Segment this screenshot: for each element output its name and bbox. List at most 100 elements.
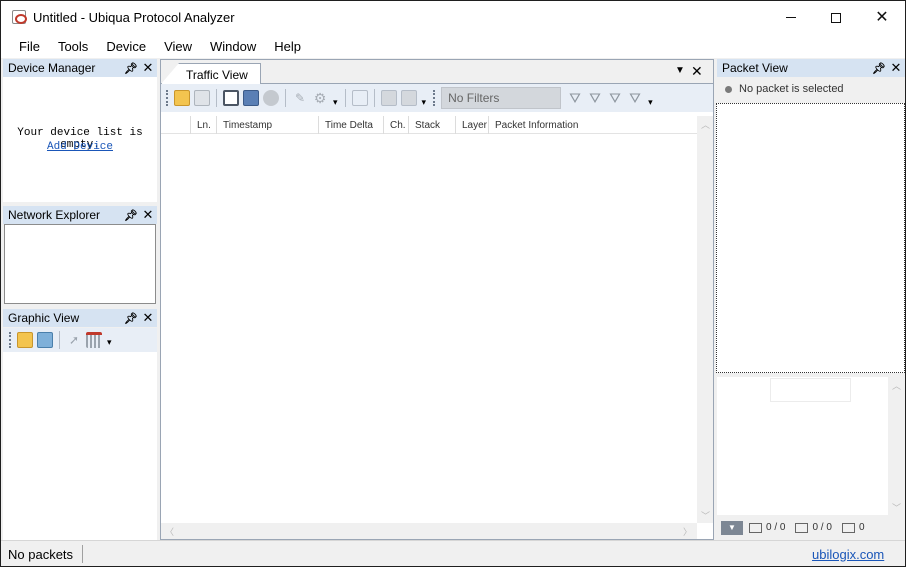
- traffic-view-pane: Traffic View ▼ ✕ ✎ ⚙ ▾ ▾ No Filters ⛛ ⛛ …: [160, 59, 714, 540]
- field-icon: [795, 522, 809, 533]
- device-manager-header: Device Manager 📌︎ ✕: [3, 59, 157, 77]
- scroll-down-icon[interactable]: ﹀: [701, 509, 710, 522]
- app-logo-icon: [12, 10, 27, 24]
- packet-detail-tree[interactable]: [716, 103, 905, 373]
- menu-help[interactable]: Help: [265, 37, 310, 56]
- export-icon[interactable]: [400, 90, 417, 106]
- packet-table-horizontal-scrollbar[interactable]: 〈 〉: [161, 523, 697, 539]
- column-channel[interactable]: Ch.: [384, 116, 409, 134]
- packet-hex-view[interactable]: [717, 377, 888, 515]
- column-packet-information[interactable]: Packet Information: [489, 116, 697, 134]
- marker-icon[interactable]: ✎: [292, 90, 308, 106]
- column-ln[interactable]: Ln.: [191, 116, 217, 134]
- toolbar-separator: [373, 89, 375, 107]
- scroll-up-icon[interactable]: ︿: [701, 118, 710, 131]
- filter-input[interactable]: No Filters: [441, 87, 562, 109]
- close-icon: ✕: [875, 8, 889, 26]
- packet-view-pin-icon[interactable]: 📌︎: [871, 62, 887, 75]
- device-manager-body: Your device list is empty. Add Device: [3, 77, 157, 202]
- save-capture-icon[interactable]: [194, 90, 210, 106]
- pointer-icon[interactable]: ➚: [66, 332, 82, 348]
- column-time-delta[interactable]: Time Delta: [319, 116, 384, 134]
- device-manager-pin-icon[interactable]: 📌︎: [123, 62, 139, 75]
- settings-gear-icon[interactable]: ⚙: [312, 90, 328, 106]
- minimize-icon: [786, 17, 796, 18]
- status-dot-icon: [725, 85, 732, 93]
- title-bar: Untitled - Ubiqua Protocol Analyzer ✕: [1, 1, 905, 34]
- scroll-up-icon[interactable]: ︿: [892, 379, 901, 392]
- toolbar-grip: [433, 90, 436, 106]
- column-timestamp[interactable]: Timestamp: [217, 116, 319, 134]
- filter-add-icon[interactable]: ⛛: [587, 90, 603, 106]
- packet-view-status-text: No packet is selected: [739, 83, 844, 95]
- byte-icon: [841, 522, 855, 533]
- filter-edit-icon[interactable]: ⛛: [607, 90, 623, 106]
- column-stack[interactable]: Stack: [409, 116, 456, 134]
- packet-table-vertical-scrollbar[interactable]: ︿ ﹀: [697, 116, 713, 523]
- minimize-button[interactable]: [768, 1, 814, 34]
- column-layer[interactable]: Layer: [456, 116, 489, 134]
- menu-tools[interactable]: Tools: [49, 37, 97, 56]
- scroll-down-icon[interactable]: ﹀: [892, 501, 901, 514]
- toolbar-separator: [344, 89, 346, 107]
- database-icon[interactable]: [263, 90, 279, 106]
- packet-view-title: Packet View: [722, 61, 788, 75]
- toolbar-separator: [216, 89, 217, 107]
- packet-view-header: Packet View 📌︎ ✕: [717, 59, 905, 77]
- toolbar-separator: [285, 89, 286, 107]
- hex-view-scrollbar[interactable]: ︿ ﹀: [888, 377, 905, 515]
- toolbar-grip: [166, 90, 169, 106]
- save-image-icon[interactable]: [37, 332, 53, 348]
- menu-view[interactable]: View: [155, 37, 201, 56]
- network-explorer-title: Network Explorer: [8, 208, 101, 222]
- graphic-view-header: Graphic View 📌︎ ✕: [3, 309, 157, 327]
- menu-window[interactable]: Window: [201, 37, 265, 56]
- open-capture-icon[interactable]: [174, 90, 190, 106]
- packet-table-body[interactable]: [161, 134, 697, 523]
- frame-icon: [749, 522, 762, 533]
- tab-traffic-view[interactable]: Traffic View: [161, 63, 261, 84]
- filter-icon[interactable]: ⛛: [567, 90, 583, 106]
- tab-traffic-view-label: Traffic View: [186, 68, 248, 82]
- toolbar-overflow-icon[interactable]: ▾: [333, 97, 338, 108]
- close-window-button[interactable]: ✕: [859, 1, 905, 34]
- maximize-button[interactable]: [813, 1, 859, 34]
- device-manager-title: Device Manager: [8, 61, 96, 75]
- network-explorer-header: Network Explorer 📌︎ ✕: [3, 206, 157, 224]
- window-layout-icon[interactable]: [243, 90, 259, 106]
- window-title: Untitled - Ubiqua Protocol Analyzer: [33, 10, 235, 25]
- packet-count-status: No packets: [8, 547, 74, 562]
- network-explorer-close-icon[interactable]: ✕: [139, 207, 157, 223]
- status-separator: [82, 545, 83, 563]
- filter-list-icon[interactable]: ⛛: [627, 90, 643, 106]
- network-explorer-body[interactable]: [4, 224, 156, 304]
- packet-view-status: No packet is selected: [717, 78, 905, 100]
- byte-counter: 0: [858, 522, 865, 533]
- scroll-left-icon[interactable]: 〈: [165, 525, 174, 538]
- navigation-dropdown-icon[interactable]: ▼: [721, 520, 743, 535]
- ubilogix-link[interactable]: ubilogix.com: [812, 547, 884, 562]
- copy-icon[interactable]: [351, 90, 368, 106]
- field-counter: 0 / 0: [812, 522, 832, 533]
- import-icon[interactable]: [380, 90, 397, 106]
- columns-icon[interactable]: [223, 90, 239, 106]
- toolbar-overflow-icon[interactable]: ▾: [648, 97, 653, 108]
- magnet-grid-icon[interactable]: [86, 332, 102, 348]
- add-device-link[interactable]: Add Device: [3, 141, 157, 153]
- network-explorer-pin-icon[interactable]: 📌︎: [123, 209, 139, 222]
- tab-close-icon[interactable]: ✕: [691, 63, 703, 80]
- scroll-right-icon[interactable]: 〉: [683, 525, 692, 538]
- graphic-view-pin-icon[interactable]: 📌︎: [123, 312, 139, 325]
- menu-device[interactable]: Device: [97, 37, 155, 56]
- open-folder-icon[interactable]: [17, 332, 33, 348]
- toolbar-overflow-icon[interactable]: ▾: [107, 337, 112, 348]
- menu-file[interactable]: File: [10, 37, 49, 56]
- app-window: Untitled - Ubiqua Protocol Analyzer ✕ Fi…: [0, 0, 906, 567]
- packet-view-navigation: ▼ 0 / 0 0 / 0 0: [717, 515, 905, 540]
- tab-list-dropdown-icon[interactable]: ▼: [675, 65, 685, 76]
- toolbar-overflow-icon[interactable]: ▾: [422, 97, 427, 108]
- graphic-view-close-icon[interactable]: ✕: [139, 310, 157, 326]
- device-manager-close-icon[interactable]: ✕: [139, 60, 157, 76]
- packet-view-close-icon[interactable]: ✕: [887, 60, 905, 76]
- frame-counter: 0 / 0: [766, 522, 786, 533]
